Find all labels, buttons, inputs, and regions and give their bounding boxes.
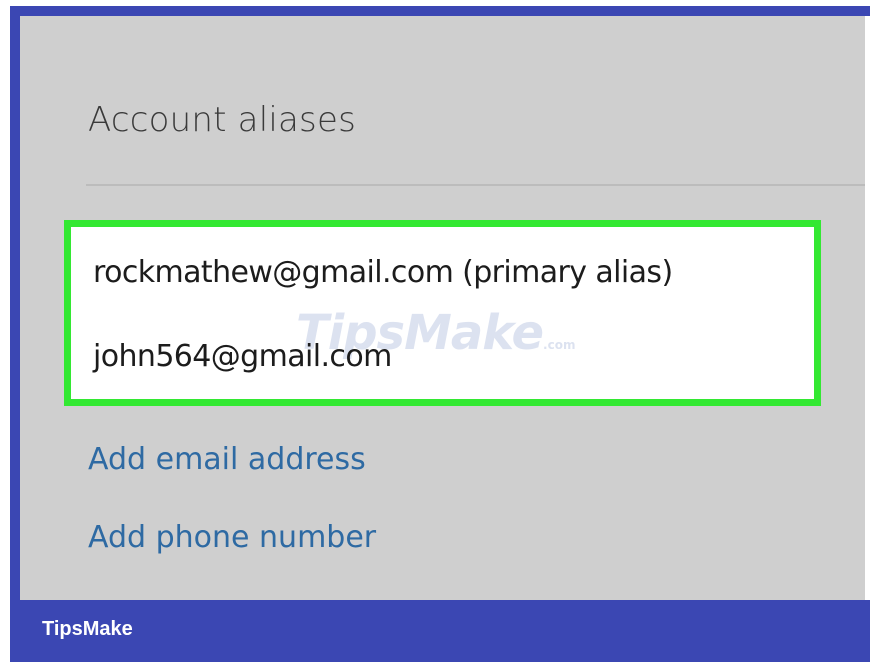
footer-bar: TipsMake (10, 600, 870, 662)
add-phone-number-link[interactable]: Add phone number (88, 520, 376, 555)
frame-left-border (10, 6, 20, 606)
footer-brand: TipsMake (42, 618, 133, 640)
alias-list-highlight: rockmathew@gmail.com (primary alias) Tip… (64, 220, 821, 406)
add-email-address-link[interactable]: Add email address (88, 442, 366, 477)
section-title: Account aliases (88, 100, 356, 140)
alias-item-secondary: john564@gmail.com (93, 339, 392, 374)
screenshot-frame: Account aliases rockmathew@gmail.com (pr… (0, 0, 870, 662)
frame-right-edge (865, 16, 870, 606)
frame-top-border (10, 6, 870, 16)
section-divider (86, 184, 865, 186)
watermark-suffix: .com (543, 338, 576, 352)
alias-item-primary: rockmathew@gmail.com (primary alias) (93, 255, 673, 290)
